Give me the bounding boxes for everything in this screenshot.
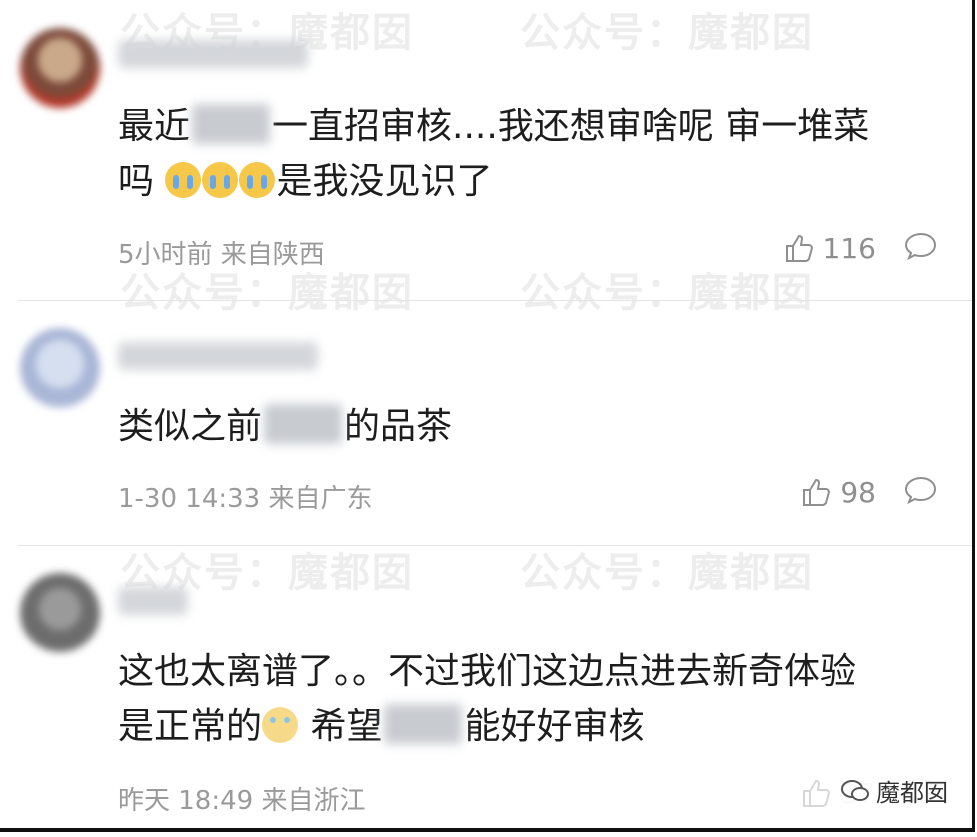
comment-bubble-icon [904, 232, 937, 261]
avatar[interactable] [20, 28, 100, 108]
like-count: 116 [822, 231, 876, 265]
thumbs-up-icon [803, 779, 831, 807]
badge-label: 魔都囡 [876, 779, 948, 807]
comment-text: 这也太离谱了。。不过我们这边点进去新奇体验 [118, 651, 857, 692]
avatar[interactable] [20, 328, 100, 408]
comment-item: 类似之前 的品茶 1-30 14:33 来自广东 98 [0, 300, 960, 545]
comment-meta: 昨天 18:49 来自浙江 [118, 786, 366, 816]
like-button[interactable]: 116 [783, 232, 876, 265]
comment-actions: 98 [800, 474, 938, 510]
reply-button[interactable] [904, 474, 938, 510]
reply-button[interactable] [904, 230, 938, 266]
fever-emoji-icon [262, 707, 299, 743]
source-badge: 魔都囡 [834, 771, 954, 810]
redacted-text [192, 104, 271, 144]
username[interactable] [118, 342, 318, 370]
thumbs-up-icon [785, 234, 813, 262]
comment-actions: 116 [783, 230, 938, 266]
comment-text: 吗 是我没见识了 [118, 161, 493, 202]
thumbs-up-icon [803, 478, 831, 506]
username[interactable] [118, 40, 308, 68]
comment-item: 这也太离谱了。。不过我们这边点进去新奇体验 是正常的 希望 能好好审核 昨天 18… [0, 545, 960, 832]
comment-meta: 1-30 14:33 来自广东 [118, 484, 373, 514]
redacted-text [264, 404, 343, 444]
like-count: 98 [840, 475, 876, 509]
redacted-text [384, 704, 463, 744]
avatar[interactable] [20, 573, 100, 653]
like-button[interactable]: 98 [800, 476, 876, 509]
comment-list: 公众号：魔都囡 公众号：魔都囡 公众号：魔都囡 公众号：魔都囡 公众号：魔都囡 … [0, 0, 975, 832]
comment-bubble-icon [904, 476, 937, 505]
crying-emoji-icon [239, 162, 276, 198]
comment-text: 最近 一直招审核....我还想审啥呢 审一堆菜 [118, 104, 870, 147]
crying-emoji-icon [165, 162, 202, 198]
comment-text: 类似之前 的品茶 [118, 404, 453, 447]
crying-emoji-icon [202, 162, 239, 198]
comment-meta: 5小时前 来自陕西 [118, 240, 325, 270]
username[interactable] [118, 587, 188, 615]
wechat-icon [841, 779, 869, 801]
comment-text: 是正常的 希望 能好好审核 [118, 704, 645, 747]
comment-item: 最近 一直招审核....我还想审啥呢 审一堆菜 吗 是我没见识了 5小时前 来自陕… [0, 0, 960, 300]
